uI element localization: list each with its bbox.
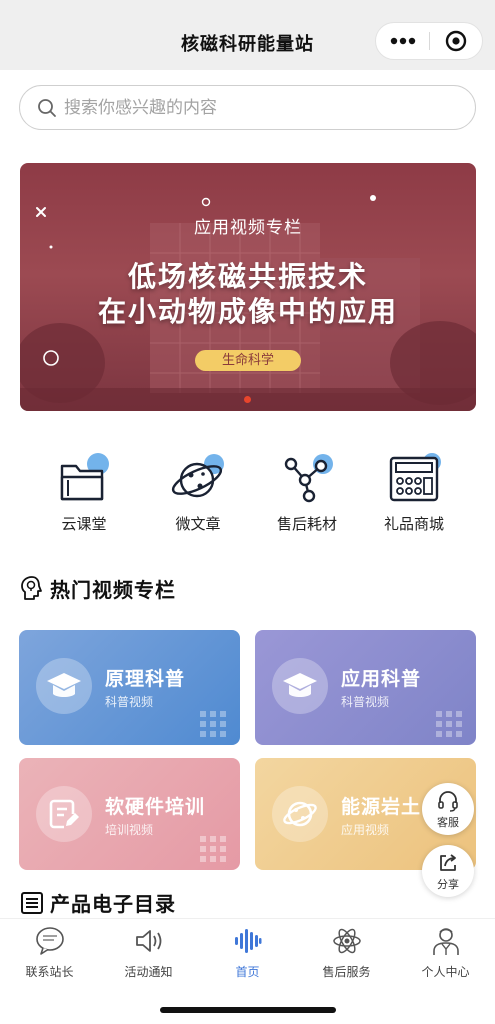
graduation-cap-icon (283, 673, 317, 697)
carousel-indicator[interactable] (244, 396, 251, 403)
banner-headline-line1: 低场核磁共振技术 (127, 260, 368, 293)
quick-item-consumables[interactable]: 售后耗材 (252, 445, 362, 540)
customer-service-label: 客服 (437, 816, 459, 829)
category-card-training[interactable]: 软硬件培训 培训视频 (19, 758, 240, 870)
search-bar[interactable] (19, 85, 476, 130)
section-catalog-heading: 产品电子目录 (20, 888, 176, 917)
customer-service-button[interactable]: 客服 (422, 783, 474, 835)
card-icon-circle (272, 786, 328, 842)
home-indicator[interactable] (160, 1007, 336, 1013)
search-input[interactable] (64, 94, 464, 122)
card-subtitle: 培训视频 (105, 823, 154, 837)
close-button[interactable] (429, 23, 482, 59)
quick-item-label: 礼品商城 (383, 515, 444, 533)
card-icon-circle (36, 786, 92, 842)
tab-label: 首页 (235, 965, 260, 979)
quick-menu: 云课堂 微文章 售后耗材 礼品商城 (0, 445, 495, 540)
quick-item-label: 售后耗材 (276, 515, 337, 533)
catalog-icon (21, 891, 43, 914)
quick-item-cloud-class[interactable]: 云课堂 (29, 445, 139, 540)
headset-icon (438, 791, 458, 812)
doctor-icon (433, 928, 459, 955)
more-button[interactable] (376, 23, 429, 59)
register-icon (389, 453, 441, 502)
banner-subtitle: 应用视频专栏 (194, 218, 302, 238)
grid-decoration-icon (200, 836, 226, 862)
atom-icon (333, 928, 361, 954)
card-subtitle: 科普视频 (341, 695, 390, 709)
card-subtitle: 应用视频 (341, 823, 390, 837)
title-bar: 核磁科研能量站 (0, 0, 495, 70)
banner-headline-line2: 在小动物成像中的应用 (97, 295, 398, 328)
banner-carousel[interactable]: 应用视频专栏 低场核磁共振技术 在小动物成像中的应用 生命科学 (20, 163, 476, 411)
quick-item-label: 微文章 (175, 515, 221, 533)
category-card-applications[interactable]: 应用科普 科普视频 (255, 630, 476, 745)
mini-program-capsule (375, 22, 483, 60)
quick-item-gift-shop[interactable]: 礼品商城 (359, 445, 469, 540)
card-icon-circle (272, 658, 328, 714)
share-label: 分享 (437, 878, 459, 891)
tab-label: 联系站长 (25, 965, 74, 979)
tab-label: 个人中心 (421, 965, 470, 979)
tab-home[interactable]: 首页 (198, 925, 297, 979)
card-title: 原理科普 (105, 668, 186, 690)
card-subtitle: 科普视频 (105, 695, 154, 709)
tab-label: 活动通知 (124, 965, 173, 979)
folder-icon (60, 453, 109, 501)
tab-notifications[interactable]: 活动通知 (99, 925, 198, 979)
section-title: 产品电子目录 (50, 892, 176, 916)
section-hot-videos-heading: 热门视频专栏 (20, 573, 176, 603)
category-card-principles[interactable]: 原理科普 科普视频 (19, 630, 240, 745)
quick-item-articles[interactable]: 微文章 (143, 445, 253, 540)
tab-label: 售后服务 (322, 965, 371, 979)
card-title: 应用科普 (341, 668, 422, 690)
card-title: 软硬件培训 (105, 796, 206, 818)
more-dots-icon (390, 37, 415, 45)
tab-after-sales[interactable]: 售后服务 (297, 925, 396, 979)
quick-item-label: 云课堂 (61, 515, 107, 533)
wave-icon (235, 929, 262, 953)
speaker-icon (136, 930, 162, 952)
tab-contact[interactable]: 联系站长 (0, 925, 99, 979)
card-title: 能源岩土 (341, 796, 422, 818)
planet-icon (171, 454, 224, 498)
bulb-head-icon (21, 576, 42, 600)
card-icon-circle (36, 658, 92, 714)
tab-profile[interactable]: 个人中心 (396, 925, 495, 979)
chat-bubble-icon (36, 927, 64, 955)
target-close-icon (445, 30, 466, 52)
graduation-cap-icon (47, 673, 81, 697)
share-icon (440, 854, 456, 871)
planet-icon (283, 801, 317, 827)
banner-tag: 生命科学 (195, 350, 301, 371)
molecule-icon (284, 454, 333, 503)
share-button[interactable]: 分享 (422, 845, 474, 897)
document-edit-icon (49, 799, 79, 829)
section-title: 热门视频专栏 (50, 577, 176, 602)
grid-decoration-icon (200, 711, 226, 737)
search-icon (38, 99, 56, 117)
grid-decoration-icon (436, 711, 462, 737)
